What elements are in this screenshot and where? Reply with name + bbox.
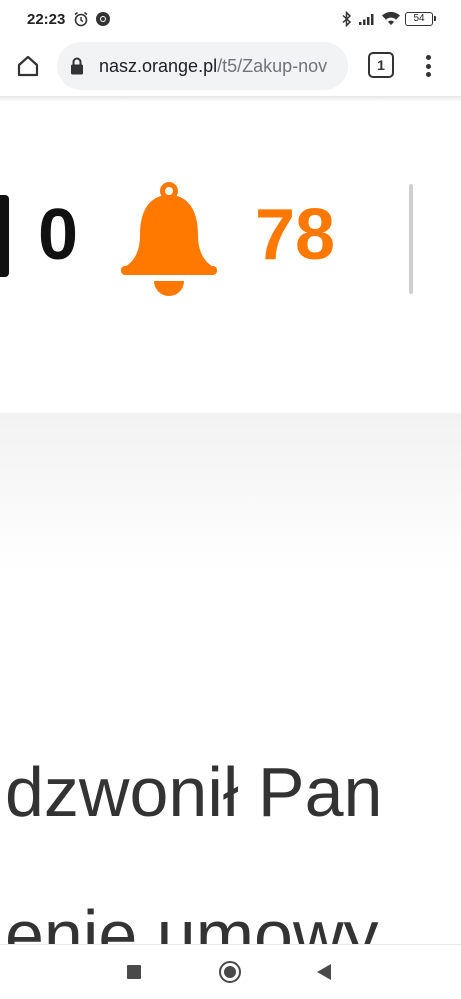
tab-switcher-button[interactable]: 1 bbox=[368, 52, 394, 78]
status-bar: 22:23 54 bbox=[0, 0, 461, 38]
url-text: nasz.orange.pl/t5/Zakup-nov bbox=[99, 56, 327, 77]
alarm-icon bbox=[73, 11, 89, 32]
overflow-menu-icon[interactable] bbox=[418, 52, 438, 80]
address-bar[interactable]: nasz.orange.pl/t5/Zakup-nov bbox=[57, 42, 348, 90]
status-time: 22:23 bbox=[27, 11, 66, 28]
bluetooth-icon bbox=[341, 10, 353, 32]
chrome-icon bbox=[95, 11, 111, 32]
message-count[interactable]: 0 bbox=[38, 190, 78, 280]
url-host: nasz.orange.pl bbox=[99, 56, 218, 76]
notification-count[interactable]: 78 bbox=[255, 190, 335, 280]
signal-icon bbox=[358, 11, 376, 32]
toolbar-shadow bbox=[0, 96, 461, 102]
wifi-icon bbox=[381, 11, 401, 32]
notification-bell-icon[interactable] bbox=[118, 180, 220, 301]
body-text-line: dzwonił Pan bbox=[5, 753, 383, 831]
home-icon bbox=[17, 55, 39, 77]
battery-icon: 54 bbox=[405, 12, 436, 26]
home-icon[interactable] bbox=[219, 961, 241, 983]
message-icon[interactable] bbox=[0, 195, 9, 277]
recents-icon[interactable] bbox=[127, 965, 141, 979]
content-header-band bbox=[0, 413, 461, 573]
vertical-divider bbox=[409, 184, 413, 294]
browser-toolbar: nasz.orange.pl/t5/Zakup-nov 1 bbox=[0, 38, 461, 96]
lock-icon bbox=[70, 57, 84, 80]
home-button[interactable] bbox=[12, 50, 44, 82]
url-path: /t5/Zakup-nov bbox=[217, 56, 328, 76]
back-icon[interactable] bbox=[317, 964, 331, 980]
system-nav-bar bbox=[0, 944, 461, 999]
